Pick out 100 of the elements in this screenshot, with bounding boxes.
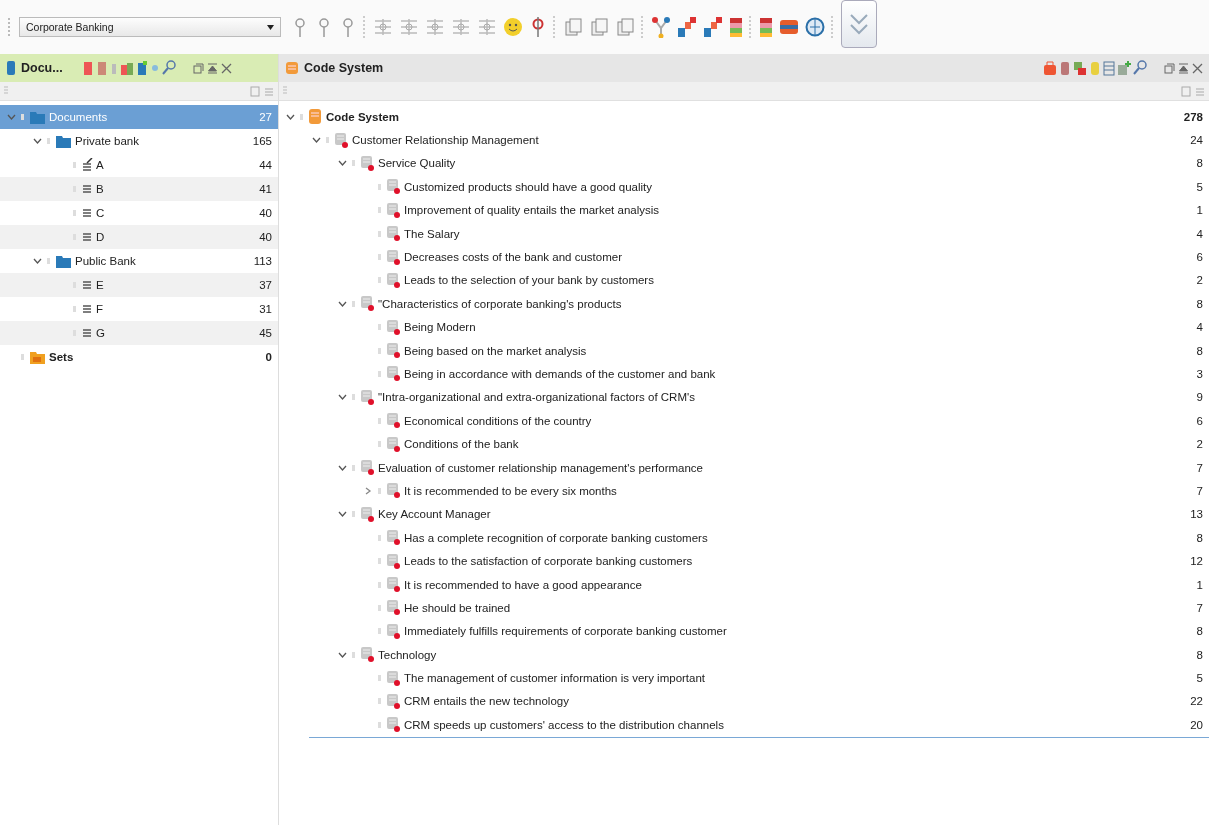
coded-segments-count: 4 <box>1196 227 1203 240</box>
maximize-icon[interactable] <box>1178 62 1189 74</box>
stacked-bars-icon[interactable] <box>759 16 773 38</box>
code-label[interactable]: He should be trained <box>404 601 511 614</box>
text-document-icon <box>81 206 93 220</box>
code-label[interactable]: Evaluation of customer relationship management's performance <box>378 461 703 474</box>
document-tree-item[interactable]: G 45 <box>0 321 278 345</box>
expand-chevron-icon[interactable] <box>312 136 321 145</box>
code-label[interactable]: Improvement of quality entails the market analysis <box>404 204 660 217</box>
maximize-icon[interactable] <box>206 62 218 74</box>
document-tree-item[interactable]: D 40 <box>0 225 278 249</box>
code-matrix-icon[interactable] <box>399 17 419 37</box>
card-icon[interactable] <box>779 19 799 35</box>
code-matrix-icon[interactable] <box>477 17 497 37</box>
code-label[interactable]: Economical conditions of the country <box>404 414 592 427</box>
document-stack-icon[interactable] <box>589 17 609 37</box>
stacked-bars-icon[interactable] <box>729 16 743 38</box>
code-label[interactable]: It is recommended to be every six months <box>404 484 617 497</box>
document-stack-icon[interactable] <box>563 17 583 37</box>
code-label[interactable]: Service Quality <box>378 157 456 170</box>
coding-count: 113 <box>253 255 272 267</box>
code-label[interactable]: Conditions of the bank <box>404 438 519 451</box>
code-icon <box>386 482 401 500</box>
code-icon <box>386 342 401 360</box>
code-label[interactable]: Code System <box>326 110 399 123</box>
code-matrix-icon[interactable] <box>425 17 445 37</box>
block-chart-icon[interactable] <box>703 16 723 38</box>
block-chart-icon[interactable] <box>677 16 697 38</box>
table-icon[interactable] <box>1103 60 1115 76</box>
document-tree-item[interactable]: Private bank 165 <box>0 129 278 153</box>
code-matrix-icon[interactable] <box>373 17 393 37</box>
document-stack-icon[interactable] <box>615 17 635 37</box>
project-dropdown[interactable]: Corporate Banking <box>19 17 281 37</box>
close-icon[interactable] <box>1192 62 1203 74</box>
code-label[interactable]: Customized products should have a good quality <box>404 180 653 193</box>
search-icon[interactable] <box>161 60 176 76</box>
code-label[interactable]: Immediately fulfills requirements of corporate banking customer <box>404 625 727 638</box>
column-toggle-icon[interactable] <box>250 85 260 97</box>
document-label: A <box>96 159 104 171</box>
document-tree-item[interactable]: Sets 0 <box>0 345 278 369</box>
code-icon <box>360 646 375 664</box>
branch-icon[interactable] <box>651 16 671 38</box>
code-label[interactable]: Technology <box>378 648 437 661</box>
document-tool-icon[interactable] <box>135 60 148 76</box>
code-system-icon <box>285 60 299 76</box>
code-label[interactable]: CRM entails the new technology <box>404 695 569 708</box>
panel-title: Code System <box>304 61 384 75</box>
undock-icon[interactable] <box>192 62 204 74</box>
code-tool-icon[interactable] <box>1073 60 1087 76</box>
code-label[interactable]: Being in accordance with demands of the customer and bank <box>404 368 716 380</box>
expand-chevron-icon[interactable] <box>338 299 347 308</box>
document-tree-item[interactable]: E 37 <box>0 273 278 297</box>
code-label[interactable]: Has a complete recognition of corporate banking customers <box>404 531 708 544</box>
expand-chevron-icon[interactable] <box>33 137 42 145</box>
code-label[interactable]: It is recommended to have a good appearance <box>404 578 642 591</box>
expand-chevron-icon[interactable] <box>338 650 347 659</box>
document-tool-icon[interactable] <box>95 60 108 76</box>
code-icon <box>386 692 401 710</box>
expand-chevron-icon[interactable] <box>338 159 347 168</box>
code-label[interactable]: Being Modern <box>404 321 476 334</box>
document-tool-icon[interactable] <box>119 60 134 76</box>
document-tree-item[interactable]: B 41 <box>0 177 278 201</box>
code-label[interactable]: Decreases costs of the bank and customer <box>404 251 622 264</box>
code-label[interactable]: "Characteristics of corporate banking's products <box>378 297 622 310</box>
document-tree-item[interactable]: A 44 <box>0 153 278 177</box>
globe-icon[interactable] <box>805 17 825 37</box>
undock-icon[interactable] <box>1164 62 1175 74</box>
document-label: Documents <box>49 111 108 123</box>
coded-segments-count: 8 <box>1196 157 1203 170</box>
code-label[interactable]: Customer Relationship Management <box>352 134 539 147</box>
code-label[interactable]: The management of customer information is very important <box>404 672 706 685</box>
code-label[interactable]: The Salary <box>404 227 460 240</box>
code-matrix-icon[interactable] <box>451 17 471 37</box>
code-label[interactable]: Leads to the satisfaction of corporate banking customers <box>404 555 693 568</box>
code-icon <box>386 225 401 243</box>
expand-chevron-icon[interactable] <box>338 463 347 472</box>
close-icon[interactable] <box>220 62 232 74</box>
code-label[interactable]: Leads to the selection of your bank by customers <box>404 274 654 287</box>
coded-segments-count: 4 <box>1196 321 1203 334</box>
expand-toolbar-button[interactable] <box>841 0 877 48</box>
coded-segments-count: 9 <box>1196 391 1203 404</box>
smiley-icon[interactable] <box>503 17 523 37</box>
code-label[interactable]: CRM speeds up customers' access to the distribution channels <box>404 718 724 731</box>
collapse-chevron-icon[interactable] <box>364 486 373 495</box>
document-tree-item[interactable]: C 40 <box>0 201 278 225</box>
expand-chevron-icon[interactable] <box>338 393 347 402</box>
expand-chevron-icon[interactable] <box>33 257 42 265</box>
search-icon[interactable] <box>1133 60 1147 76</box>
document-tree-item[interactable]: Public Bank 113 <box>0 249 278 273</box>
code-label[interactable]: "Intra-organizational and extra-organizational factors of CRM's <box>378 391 695 404</box>
code-label[interactable]: Being based on the market analysis <box>404 344 587 357</box>
add-document-icon[interactable] <box>81 60 94 76</box>
column-toggle-icon[interactable] <box>1181 85 1191 97</box>
document-tree-item[interactable]: F 31 <box>0 297 278 321</box>
code-label[interactable]: Key Account Manager <box>378 508 491 521</box>
expand-chevron-icon[interactable] <box>286 112 295 121</box>
add-code-icon[interactable] <box>1043 60 1057 76</box>
code-tool-icon[interactable] <box>1117 60 1131 76</box>
code-tool-icon[interactable] <box>1059 60 1071 76</box>
expand-chevron-icon[interactable] <box>338 510 347 519</box>
